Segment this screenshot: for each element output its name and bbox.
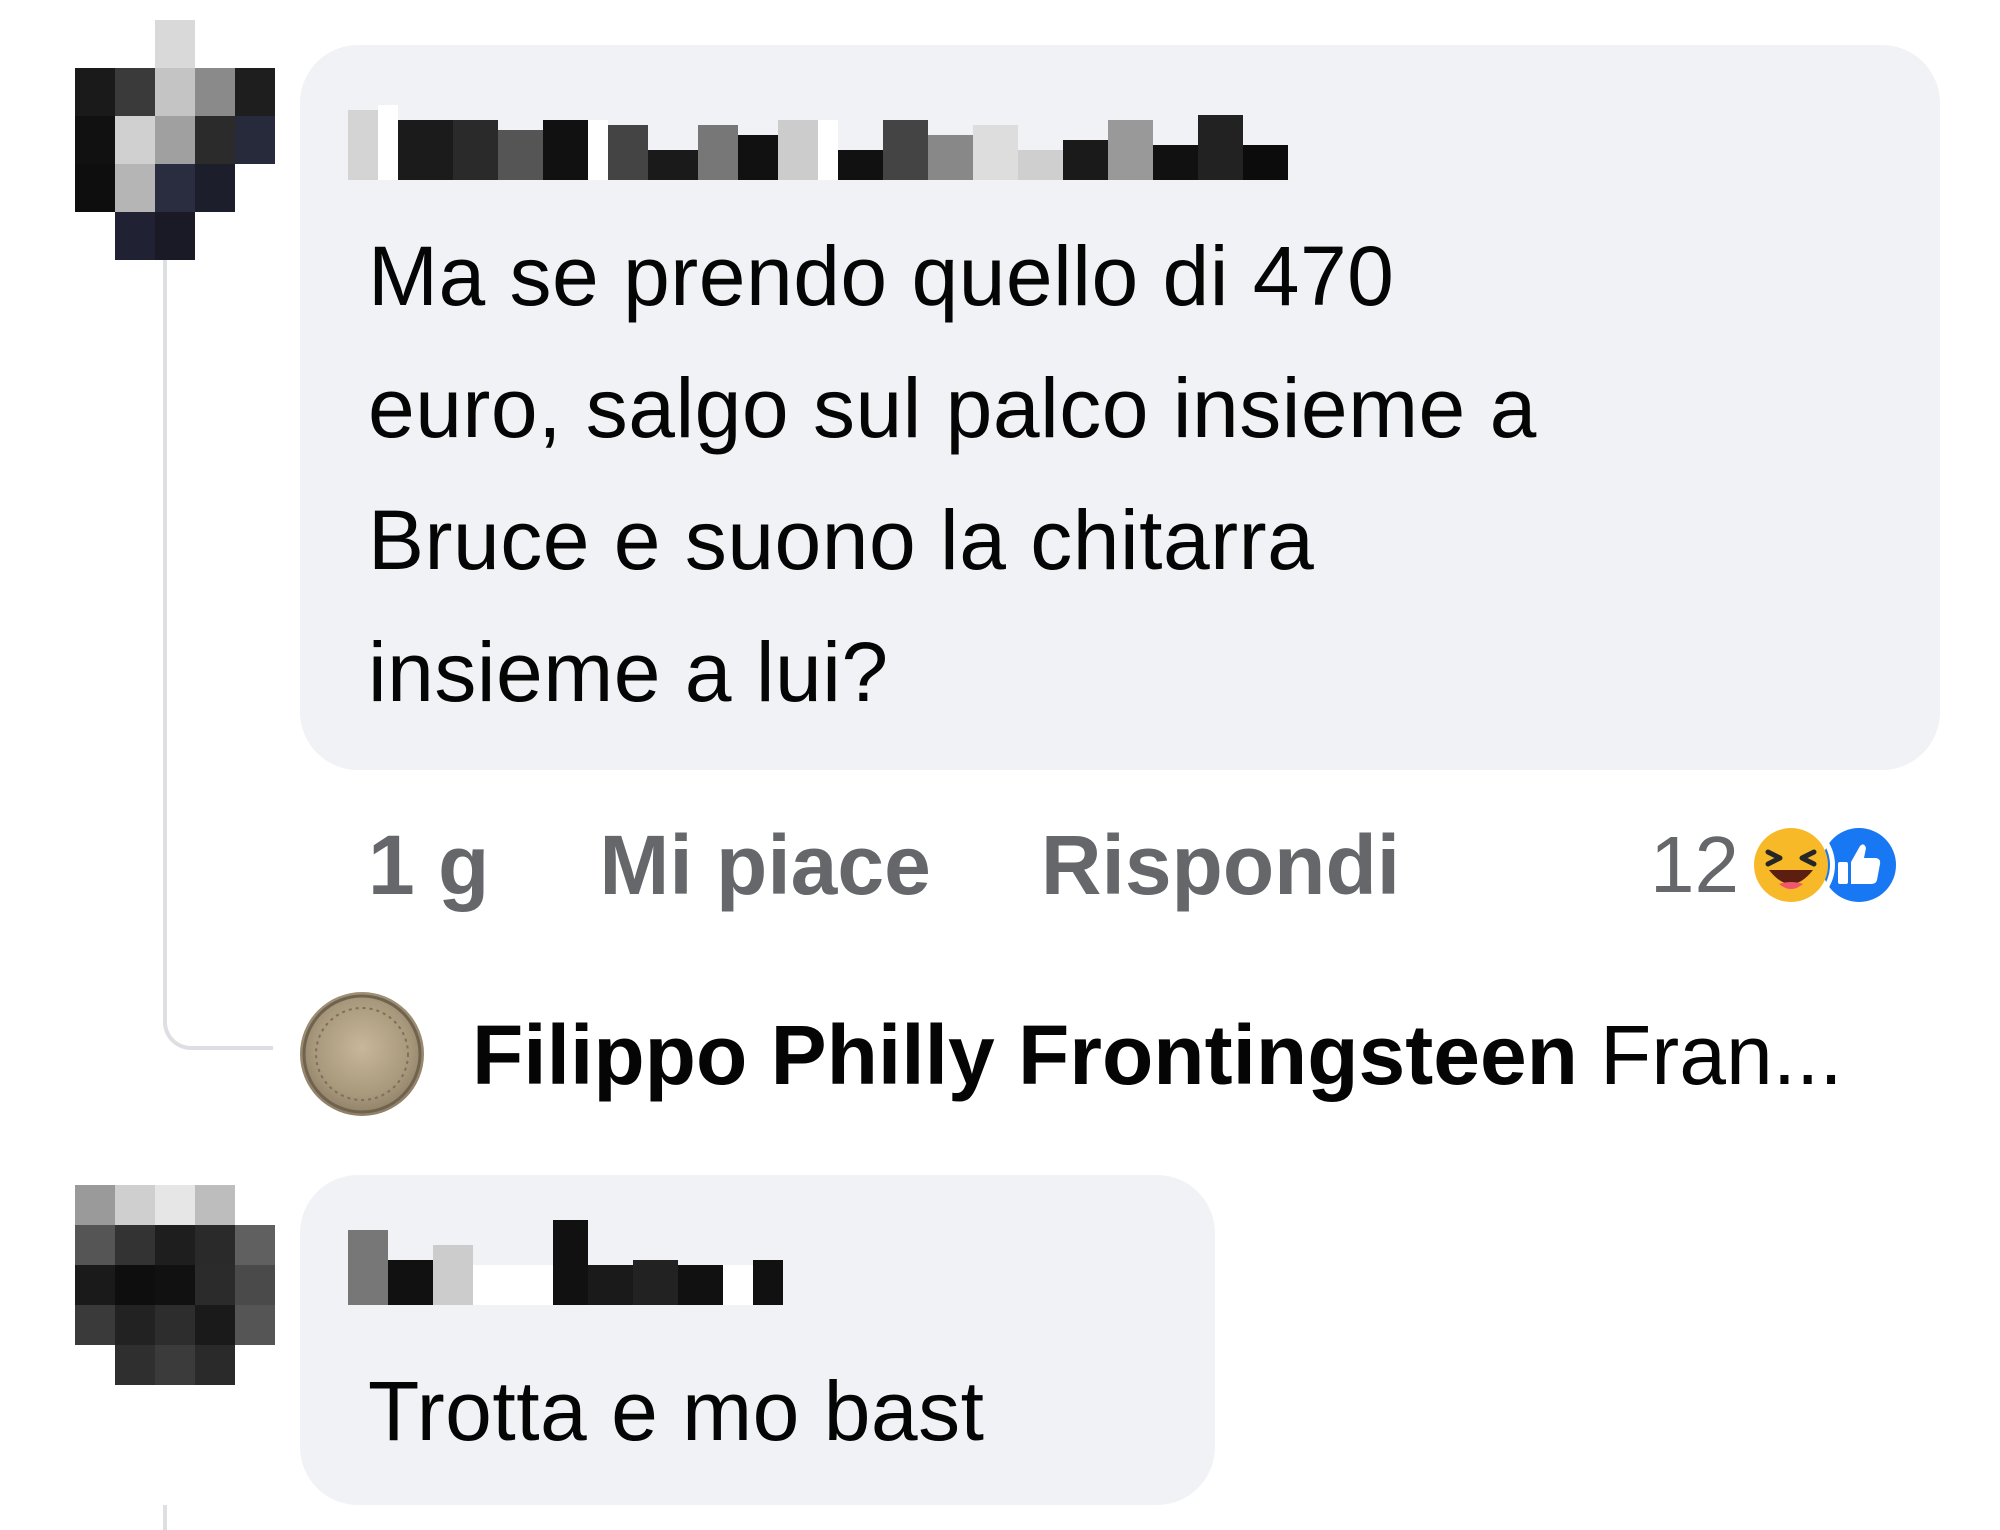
reaction-summary[interactable]: 12 xyxy=(1650,815,1903,915)
comment-timestamp[interactable]: 1 g xyxy=(368,817,489,914)
comment-text: Ma se prendo quello di 470 euro, salgo s… xyxy=(368,229,1537,719)
reply-avatar[interactable] xyxy=(298,990,426,1118)
reply-preview[interactable]: Filippo Philly Frontingsteen Fran... xyxy=(472,995,1843,1115)
reply-button[interactable]: Rispondi xyxy=(1041,817,1400,914)
censored-author-name[interactable] xyxy=(348,1220,783,1305)
reply-author-name[interactable]: Filippo Philly Frontingsteen xyxy=(472,1007,1578,1104)
avatar[interactable] xyxy=(75,20,275,260)
censored-author-name[interactable] xyxy=(348,95,1288,180)
thread-connector-line-bottom xyxy=(163,1505,167,1530)
avatar[interactable] xyxy=(75,1185,275,1385)
comment-actions: 1 g Mi piace Rispondi xyxy=(368,810,1400,920)
like-button[interactable]: Mi piace xyxy=(599,817,930,914)
reaction-count: 12 xyxy=(1650,820,1739,909)
haha-icon xyxy=(1746,821,1835,909)
reply-snippet: Fran... xyxy=(1600,1007,1843,1102)
comment-thread: Ma se prendo quello di 470 euro, salgo s… xyxy=(0,0,2000,1530)
comment-text: Trotta e mo bast xyxy=(368,1364,985,1458)
thread-connector-line xyxy=(163,255,273,1050)
